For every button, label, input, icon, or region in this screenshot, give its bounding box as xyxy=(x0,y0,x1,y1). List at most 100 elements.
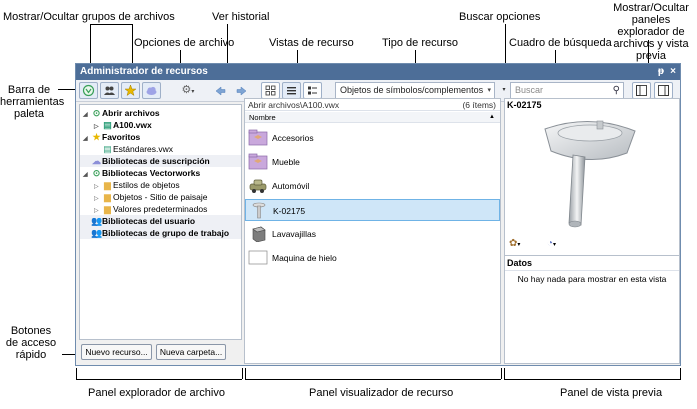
search-icon: ⚲ xyxy=(612,85,620,96)
resource-item[interactable]: Lavavajillas xyxy=(245,223,500,245)
search-placeholder: Buscar xyxy=(515,85,544,95)
leader-line xyxy=(504,368,505,379)
resource-viewer-pane: Abrir archivos\A100.vwx (6 ítems) Nombre… xyxy=(244,98,501,364)
resource-item[interactable]: Maquina de hielo xyxy=(245,247,500,269)
file-options-button[interactable]: ⚙▾ xyxy=(174,82,202,99)
resource-manager-window: Administrador de recursos ᵽ × ⚙▾ Objetos… xyxy=(75,63,681,366)
toggle-file-browser-button[interactable] xyxy=(632,82,651,99)
resource-item[interactable]: Mueble xyxy=(245,151,500,173)
cloud-icon: ☁ xyxy=(92,156,101,166)
open-files-group-toggle[interactable] xyxy=(79,82,98,99)
tree-item-open-files[interactable]: ◢ ⊙ Abrir archivos xyxy=(80,107,241,119)
search-options-button[interactable]: ▾ xyxy=(500,82,508,99)
new-resource-button[interactable]: Nuevo recurso... xyxy=(81,344,152,360)
callout-search-options: Buscar opciones xyxy=(459,11,541,23)
search-input[interactable]: Buscar ⚲ xyxy=(510,82,624,99)
data-empty-message: No hay nada para mostrar en esta vista xyxy=(517,274,667,284)
tree-item-vectorworks-libraries[interactable]: ◢ ⊙ Bibliotecas Vectorworks xyxy=(80,167,241,179)
folder-icon: ▆ xyxy=(104,204,111,214)
resource-type-select[interactable]: Objetos de símbolos/complementos ▾ xyxy=(335,82,495,99)
history-forward-button[interactable] xyxy=(234,82,250,99)
leader-line xyxy=(680,368,681,379)
divider xyxy=(505,270,679,271)
list-view-button[interactable] xyxy=(282,82,301,99)
callout-resource-viewer-panel: Panel visualizador de recurso xyxy=(309,387,454,399)
cloud-icon xyxy=(146,86,157,95)
callout-resource-type: Tipo de recurso xyxy=(382,37,459,49)
history-back-button[interactable] xyxy=(212,82,228,99)
tree-item-favorites[interactable]: ◢ ★Favoritos xyxy=(80,131,241,143)
gear-icon: ⚙ xyxy=(181,84,192,96)
chevron-down-icon: ▾ xyxy=(191,89,195,95)
star-icon xyxy=(124,84,137,97)
data-section-title: Datos xyxy=(507,258,533,268)
callout-quick-access-buttons: Botones de acceso rápido xyxy=(5,325,57,361)
list-view-icon xyxy=(287,87,296,95)
callout-palette-toolbar: Barra de herramientas paleta xyxy=(0,84,65,120)
breadcrumb: Abrir archivos\A100.vwx (6 ítems) xyxy=(245,99,500,111)
tree-item-a100[interactable]: ▷ ▤A100.vwx xyxy=(80,119,241,131)
divider xyxy=(505,255,679,256)
subscription-libraries-group-toggle[interactable] xyxy=(142,82,161,99)
close-icon[interactable]: × xyxy=(670,64,676,80)
thumbnail-view-button[interactable] xyxy=(261,82,280,99)
callout-search-box: Cuadro de búsqueda xyxy=(509,37,612,49)
callout-file-browser-panel: Panel explorador de archivo xyxy=(88,387,225,399)
tree-item-object-styles[interactable]: ▷ ▆ Estilos de objetos xyxy=(80,179,241,191)
callout-show-hide-panels: Mostrar/Ocultar paneles explorador de ar… xyxy=(613,2,689,62)
tree-item-standards[interactable]: ▤Estándares.vwx xyxy=(80,143,241,155)
tree-item-defaults[interactable]: ▷ ▆ Valores predeterminados xyxy=(80,203,241,215)
leader-line xyxy=(242,368,243,379)
resource-item[interactable]: Automóvil xyxy=(245,175,500,197)
car-icon xyxy=(249,179,267,193)
folder-icon: ▆ xyxy=(104,180,111,190)
vectorworks-icon: ⊙ xyxy=(92,168,101,178)
pin-icon[interactable]: ᵽ xyxy=(658,64,664,80)
callout-resource-views: Vistas de recurso xyxy=(269,37,354,49)
resource-item[interactable]: Accesorios xyxy=(245,127,500,149)
chevron-down-icon: ▾ xyxy=(517,242,521,248)
open-files-icon: ⊙ xyxy=(92,108,101,118)
arrow-left-icon xyxy=(215,86,226,96)
panel-right-icon xyxy=(658,85,669,96)
toggle-preview-button[interactable] xyxy=(654,82,673,99)
window-title: Administrador de recursos xyxy=(80,66,208,77)
tree-item-subscription-libraries[interactable]: ☁Bibliotecas de suscripción xyxy=(80,155,241,167)
render-mode-button[interactable]: ✿▾ xyxy=(509,238,539,252)
resource-item-selected[interactable]: K-02175 xyxy=(245,199,500,221)
tree-item-user-libraries[interactable]: 👥Bibliotecas del usuario xyxy=(80,215,241,227)
leader-line xyxy=(501,368,502,379)
callout-file-options: Opciones de archivo xyxy=(134,37,235,49)
dishwasher-icon xyxy=(252,226,266,242)
callout-preview-panel: Panel de vista previa xyxy=(560,387,663,399)
column-header-name[interactable]: Nombre ▲ xyxy=(245,112,500,123)
sink-icon xyxy=(252,202,266,219)
detail-view-button[interactable] xyxy=(303,82,322,99)
users-icon xyxy=(104,86,115,95)
new-folder-button[interactable]: Nueva carpeta... xyxy=(156,344,226,360)
callout-view-history: Ver historial xyxy=(212,11,270,23)
file-browser-pane: ◢ ⊙ Abrir archivos ▷ ▤A100.vwx ◢ ★Favoritos … xyxy=(79,104,242,340)
title-bar[interactable]: Administrador de recursos ᵽ × xyxy=(76,64,680,80)
leader-line xyxy=(90,24,132,25)
view-angle-button[interactable]: ◔▾ xyxy=(547,238,577,252)
leader-line xyxy=(76,379,242,380)
leader-line xyxy=(58,89,75,90)
ice-machine-icon xyxy=(248,250,268,265)
chevron-down-icon: ▾ xyxy=(487,87,491,94)
preview-image xyxy=(544,120,636,228)
leader-line xyxy=(245,379,501,380)
user-libraries-group-toggle[interactable] xyxy=(100,82,119,99)
leader-line xyxy=(62,354,76,355)
item-count: (6 ítems) xyxy=(462,100,496,110)
breadcrumb-path: Abrir archivos\A100.vwx xyxy=(248,100,340,110)
chevron-down-icon: ▾ xyxy=(502,87,506,93)
panel-left-icon xyxy=(636,85,647,96)
users-icon: 👥 xyxy=(91,216,103,226)
tree-item-landscape-objects[interactable]: ▷ ▆ Objetos - Sitio de paisaje xyxy=(80,191,241,203)
chevron-down-icon: ▾ xyxy=(553,242,557,248)
favorites-group-toggle[interactable] xyxy=(121,82,140,99)
sort-ascending-icon: ▲ xyxy=(489,114,495,120)
tree-item-workgroup-libraries[interactable]: 👥Bibliotecas de grupo de trabajo xyxy=(80,227,241,239)
file-icon: ▤ xyxy=(103,120,112,130)
